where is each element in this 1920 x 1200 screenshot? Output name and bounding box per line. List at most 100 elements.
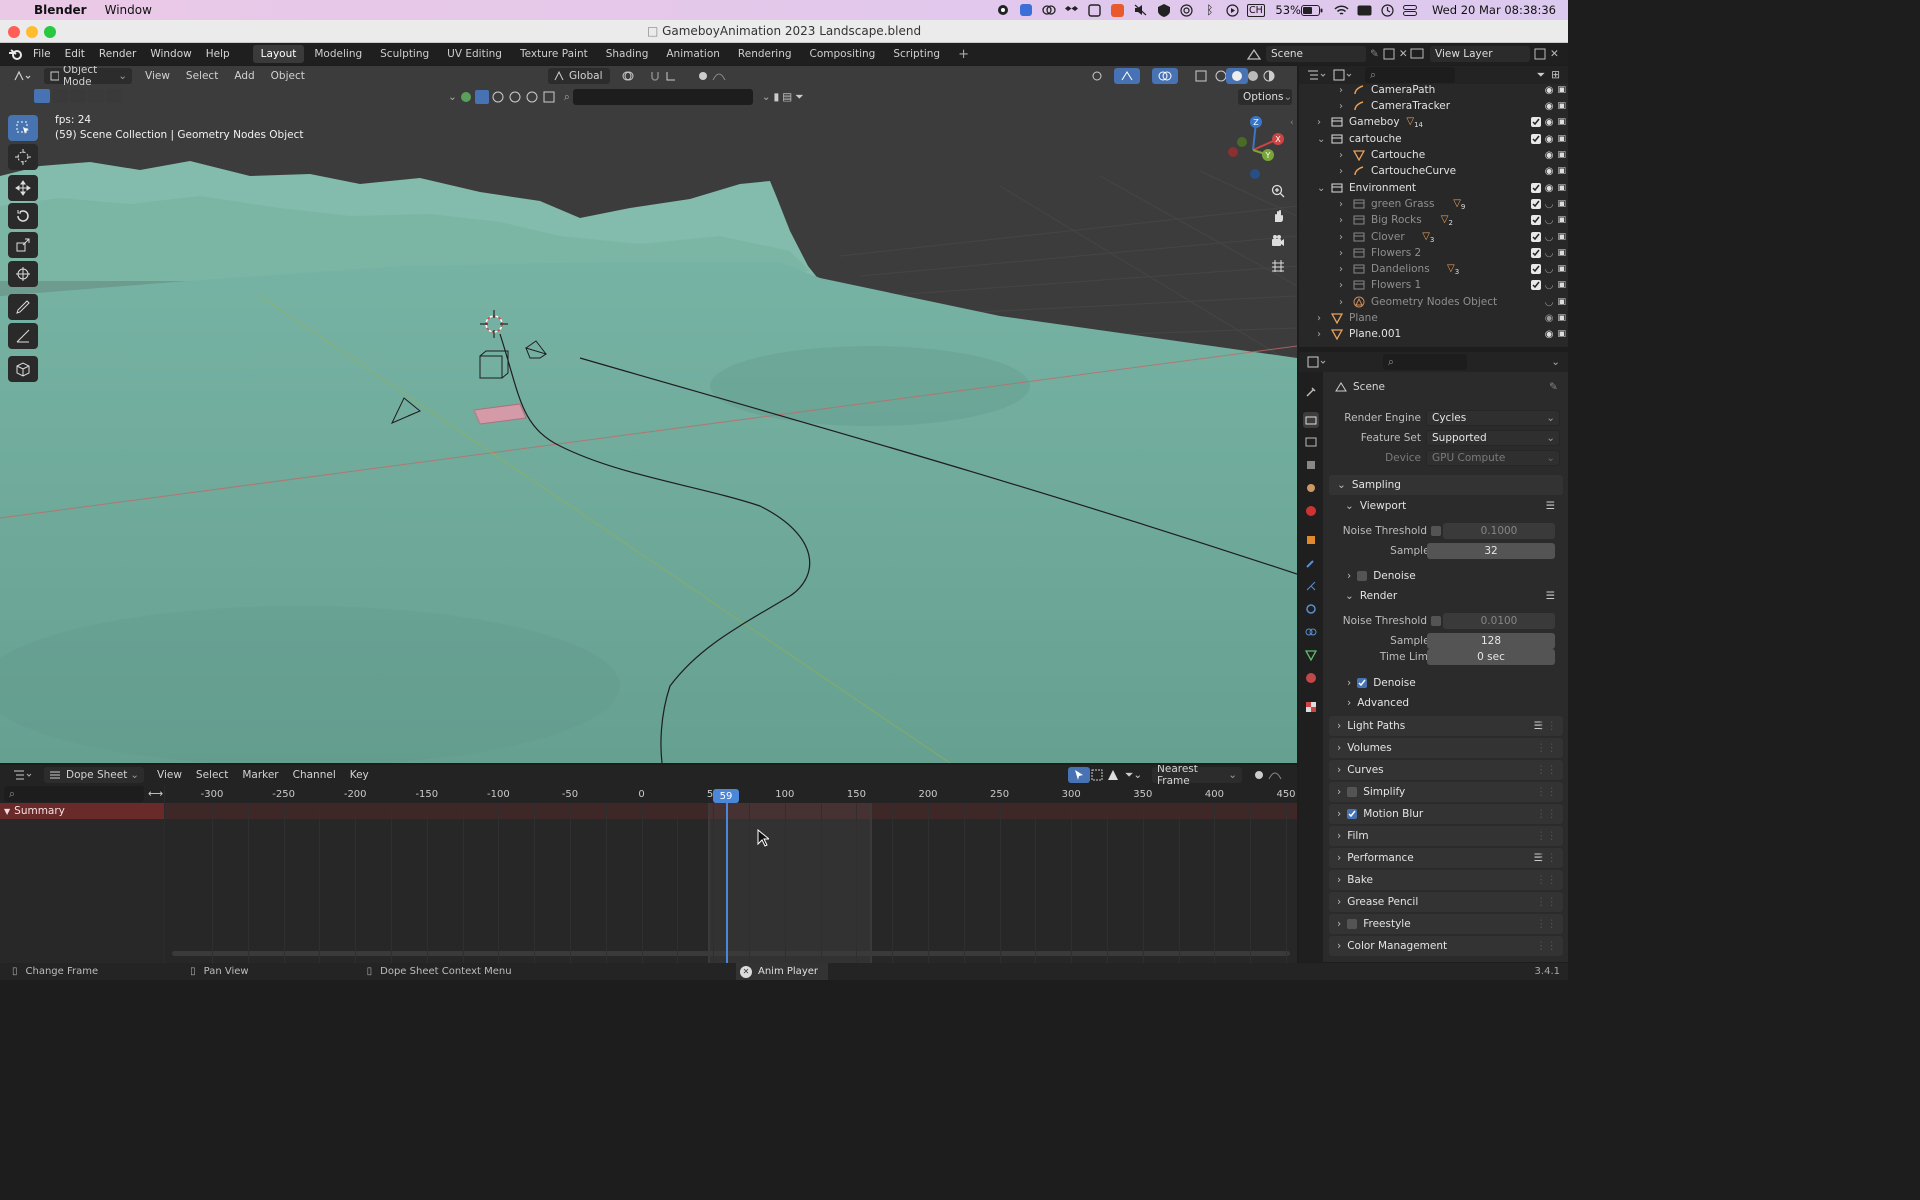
constraints-tab-icon[interactable] bbox=[1303, 624, 1319, 640]
annotate-tool[interactable] bbox=[8, 294, 38, 320]
airdrop-icon[interactable] bbox=[1175, 0, 1198, 20]
proportional-dope-icon[interactable] bbox=[1248, 767, 1294, 783]
delete-view-layer-icon[interactable]: ✕ bbox=[1550, 48, 1559, 60]
outliner-row[interactable]: › Geometry Nodes Object ◡ ▣ bbox=[1299, 294, 1568, 310]
navigation-gizmo[interactable]: Z X Y bbox=[1220, 112, 1290, 182]
panel-motion-blur[interactable]: › Motion Blur ⋮⋮ bbox=[1329, 804, 1563, 824]
overlays-toggle-icon[interactable] bbox=[1152, 68, 1178, 84]
dope-mode-dropdown[interactable]: Dope Sheet ⌄ bbox=[44, 767, 144, 783]
clock[interactable]: Wed 20 Mar 08:38:36 bbox=[1432, 3, 1556, 17]
vpn-icon[interactable] bbox=[1152, 0, 1175, 20]
render-menu[interactable]: Render bbox=[92, 48, 143, 60]
drag-handle-icon[interactable]: ⋮⋮ bbox=[1536, 786, 1557, 798]
scene-field[interactable]: Scene bbox=[1266, 46, 1366, 62]
texture-tab-icon[interactable] bbox=[1303, 699, 1319, 715]
data-count-badge[interactable]: ▽2 bbox=[1441, 214, 1453, 227]
object-mode-dropdown[interactable]: Object Mode ⌄ bbox=[44, 66, 132, 88]
add-workspace-icon[interactable]: + bbox=[950, 44, 977, 65]
expand-toggle-icon[interactable]: ⌄ bbox=[1317, 183, 1325, 194]
properties-options-icon[interactable]: ⌄ bbox=[1551, 356, 1560, 368]
eye-icon[interactable]: ◉ bbox=[1545, 313, 1554, 324]
app-menu[interactable]: Blender bbox=[34, 3, 87, 17]
eye-icon[interactable]: ◉ bbox=[1545, 134, 1554, 145]
minimize-window-button[interactable] bbox=[26, 26, 38, 38]
viewport-noise-threshold-field[interactable]: 0.1000 bbox=[1443, 523, 1555, 539]
summary-channel[interactable]: ▼ Summary bbox=[0, 803, 164, 819]
tab-texture-paint[interactable]: Texture Paint bbox=[512, 45, 596, 63]
view-layer-field[interactable]: View Layer bbox=[1430, 46, 1530, 62]
render-denoise-subpanel[interactable]: › Denoise bbox=[1347, 674, 1547, 692]
eye-icon[interactable]: ◉ bbox=[1545, 85, 1554, 96]
outliner-row[interactable]: › Flowers 1 ◡ ▣ bbox=[1299, 277, 1568, 293]
panel-enable-checkbox[interactable] bbox=[1347, 809, 1358, 819]
panel-light-paths[interactable]: › Light Paths ☰ ⋮⋮ bbox=[1329, 716, 1563, 736]
render-camera-icon[interactable]: ▣ bbox=[1557, 215, 1566, 225]
feature-set-dropdown[interactable]: Supported ⌄ bbox=[1426, 430, 1560, 446]
new-scene-icon[interactable] bbox=[1383, 48, 1395, 60]
render-camera-icon[interactable]: ▣ bbox=[1557, 232, 1566, 242]
render-camera-icon[interactable]: ▣ bbox=[1557, 248, 1566, 258]
object-menu[interactable]: Object bbox=[266, 68, 310, 84]
drag-handle-icon[interactable]: ⋮⋮ bbox=[1536, 808, 1557, 820]
scale-tool[interactable] bbox=[8, 232, 38, 258]
layout-icon[interactable]: ▤ bbox=[782, 91, 792, 103]
funnel-icon[interactable]: ⏷ bbox=[795, 91, 803, 104]
channel-search-input[interactable]: ⌕ bbox=[4, 786, 144, 802]
outliner-row[interactable]: › Big Rocks ▽2 ◡ ▣ bbox=[1299, 212, 1568, 228]
eye-icon[interactable]: ◉ bbox=[1545, 329, 1554, 340]
panel-film[interactable]: › Film ⋮⋮ bbox=[1329, 826, 1563, 846]
pin-icon[interactable]: ✎ bbox=[1370, 48, 1379, 60]
help-menu[interactable]: Help bbox=[199, 48, 237, 60]
viewport-noise-threshold-checkbox[interactable] bbox=[1431, 526, 1441, 536]
creative-cloud-icon[interactable] bbox=[1037, 0, 1060, 20]
tab-animation[interactable]: Animation bbox=[658, 45, 728, 63]
object-tab-icon[interactable] bbox=[1303, 532, 1319, 548]
expand-toggle-icon[interactable]: › bbox=[1339, 280, 1343, 291]
shading-rendered-icon[interactable] bbox=[1258, 68, 1280, 84]
eye-icon[interactable]: ◉ bbox=[1545, 117, 1554, 128]
expand-toggle-icon[interactable]: › bbox=[1339, 215, 1343, 226]
exclude-checkbox[interactable] bbox=[1530, 199, 1541, 209]
advanced-subpanel[interactable]: › Advanced bbox=[1347, 694, 1547, 712]
play-icon[interactable] bbox=[1221, 0, 1244, 20]
render-camera-icon[interactable]: ▣ bbox=[1557, 101, 1566, 111]
measure-tool[interactable] bbox=[8, 323, 38, 349]
zoom-view-icon[interactable] bbox=[1265, 180, 1291, 202]
time-machine-icon[interactable] bbox=[1376, 0, 1399, 20]
view-layer-icon[interactable] bbox=[1410, 47, 1426, 61]
properties-search-input[interactable]: ⌕ bbox=[1383, 354, 1467, 370]
tab-rendering[interactable]: Rendering bbox=[730, 45, 800, 63]
outliner-row[interactable]: ⌄ cartouche ◉ ▣ bbox=[1299, 131, 1568, 147]
outliner-row[interactable]: › Clover ▽3 ◡ ▣ bbox=[1299, 229, 1568, 245]
transform-orientation-dropdown[interactable]: Global bbox=[548, 68, 610, 84]
window-menu[interactable]: Window bbox=[105, 3, 152, 17]
panel-volumes[interactable]: › Volumes ⋮⋮ bbox=[1329, 738, 1563, 758]
dope-channel-menu[interactable]: Channel bbox=[288, 767, 341, 783]
expand-toggle-icon[interactable]: › bbox=[1339, 232, 1343, 243]
delete-scene-icon[interactable]: ✕ bbox=[1399, 48, 1408, 60]
outliner-row[interactable]: › Plane ◉ ▣ bbox=[1299, 310, 1568, 326]
gizmo-toggle-icon[interactable] bbox=[1114, 68, 1140, 84]
viewport-search-icon[interactable]: ⌕ bbox=[564, 91, 570, 104]
render-camera-icon[interactable]: ▣ bbox=[1557, 166, 1566, 176]
data-count-badge[interactable]: ▽9 bbox=[1453, 198, 1465, 211]
exclude-checkbox[interactable] bbox=[1530, 215, 1541, 225]
expand-toggle-icon[interactable]: › bbox=[1339, 264, 1343, 275]
eye-icon[interactable]: ◡ bbox=[1545, 248, 1554, 259]
render-camera-icon[interactable]: ▣ bbox=[1557, 280, 1566, 290]
new-view-layer-icon[interactable] bbox=[1534, 48, 1546, 60]
dropbox-icon[interactable] bbox=[1060, 0, 1083, 20]
exclude-checkbox[interactable] bbox=[1530, 117, 1541, 127]
render-camera-icon[interactable]: ▣ bbox=[1557, 117, 1566, 127]
bookmark-icon[interactable]: ▮ bbox=[774, 91, 780, 103]
render-camera-icon[interactable]: ▣ bbox=[1557, 329, 1566, 339]
panel-bake[interactable]: › Bake ⋮⋮ bbox=[1329, 870, 1563, 890]
drag-handle-icon[interactable]: ⋮⋮ bbox=[1536, 874, 1557, 886]
drag-handle-icon[interactable]: ⋮⋮ bbox=[1536, 830, 1557, 842]
render-tab-icon[interactable] bbox=[1303, 412, 1319, 428]
eye-icon[interactable]: ◡ bbox=[1545, 232, 1554, 243]
drag-handle-icon[interactable]: ⋮⋮ bbox=[1536, 896, 1557, 908]
pin-properties-icon[interactable]: ✎ bbox=[1549, 381, 1558, 393]
edit-menu[interactable]: Edit bbox=[58, 48, 92, 60]
viewport-denoise-checkbox[interactable] bbox=[1357, 571, 1368, 581]
